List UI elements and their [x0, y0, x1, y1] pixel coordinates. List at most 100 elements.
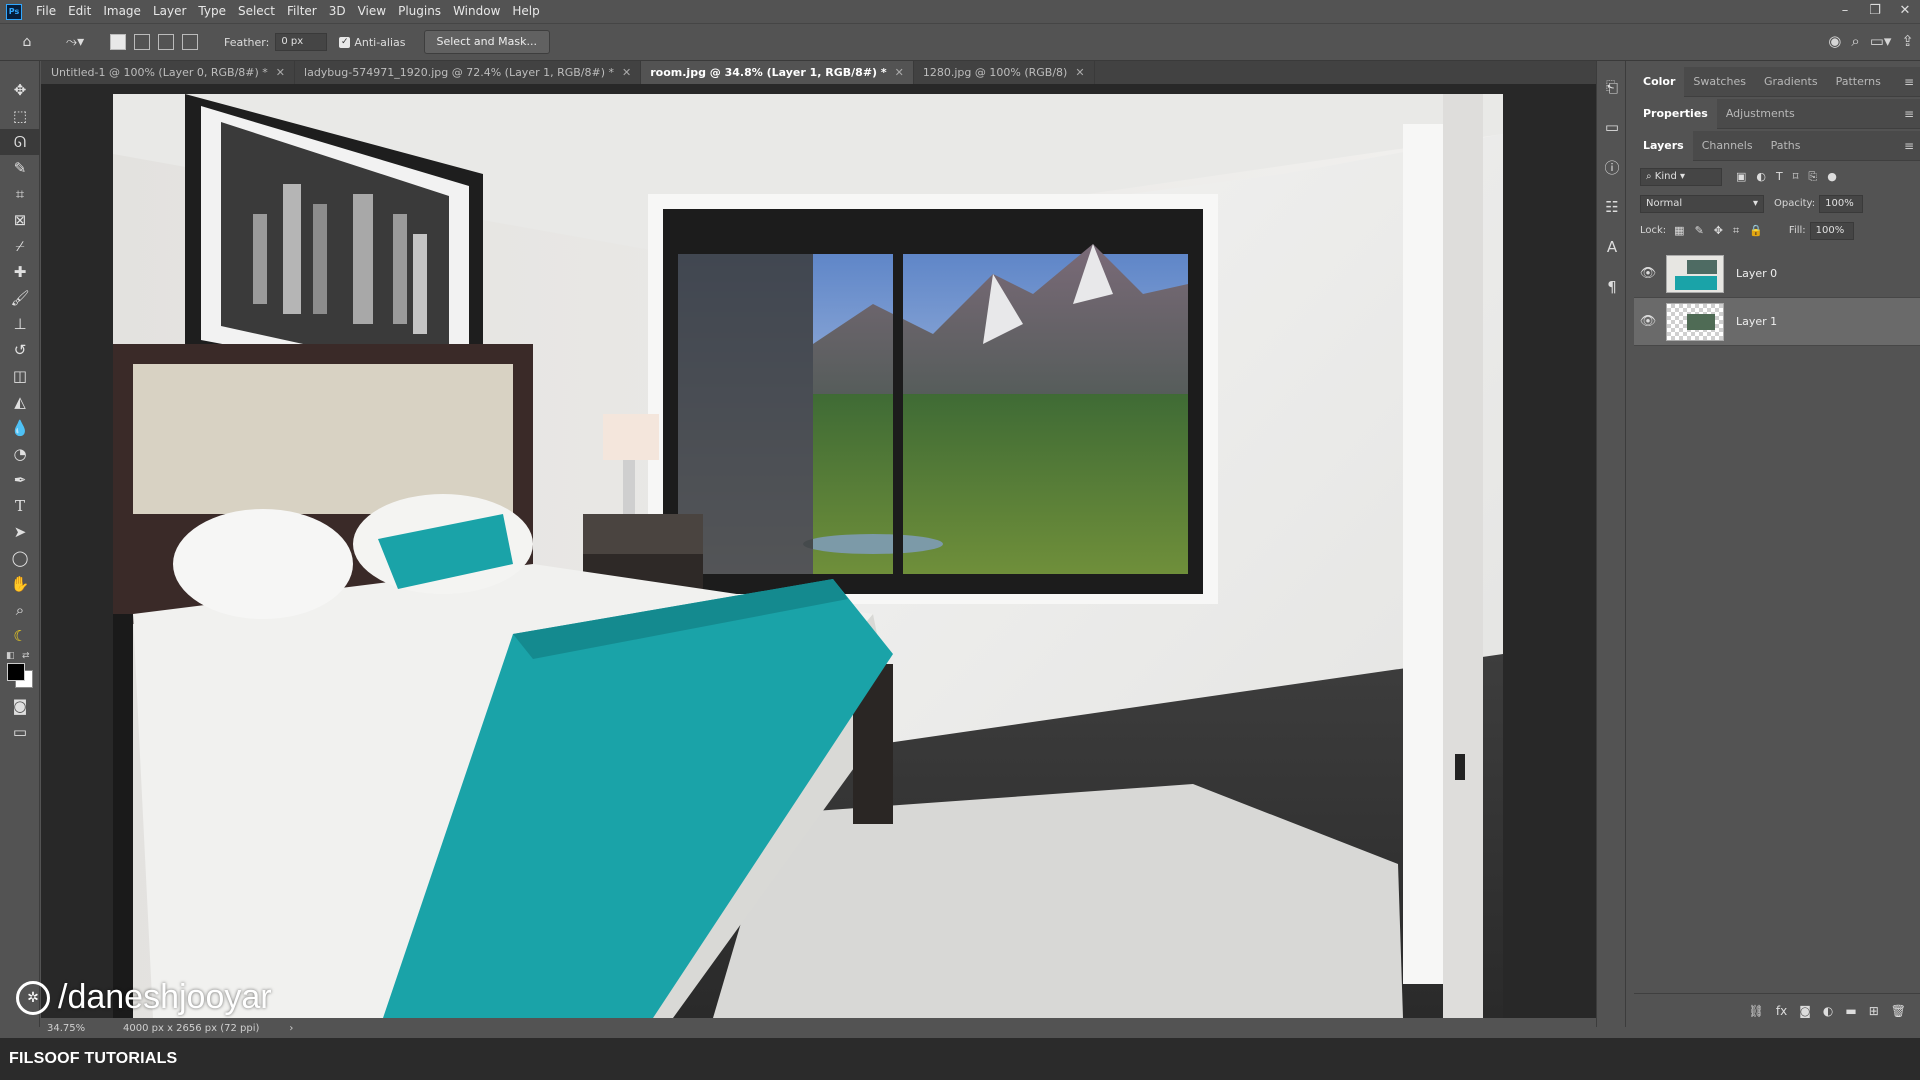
tab-ladybug[interactable]: ladybug-574971_1920.jpg @ 72.4% (Layer 1…	[295, 61, 642, 84]
subtract-selection-icon[interactable]	[158, 34, 174, 50]
restore-icon[interactable]: ❐	[1860, 0, 1890, 23]
close-tab-icon[interactable]: ✕	[622, 61, 631, 84]
new-layer-icon[interactable]: ⊞	[1869, 1004, 1879, 1018]
libraries-icon[interactable]: ☷	[1597, 187, 1627, 227]
lock-artboard-icon[interactable]: ⌗	[1733, 224, 1739, 238]
new-adjustment-icon[interactable]: ◐	[1823, 1004, 1833, 1018]
tab-properties[interactable]: Properties	[1634, 98, 1717, 129]
history-brush-tool-icon[interactable]: ↺	[0, 337, 40, 363]
tab-patterns[interactable]: Patterns	[1827, 67, 1890, 97]
menu-select[interactable]: Select	[232, 0, 281, 23]
healing-brush-tool-icon[interactable]: ✚	[0, 259, 40, 285]
blend-mode-select[interactable]: Normal ▾	[1640, 194, 1764, 213]
paragraph-icon[interactable]: ¶	[1597, 267, 1627, 307]
quick-selection-tool-icon[interactable]: ✎	[0, 155, 40, 181]
new-selection-icon[interactable]	[110, 34, 126, 50]
tab-room[interactable]: room.jpg @ 34.8% (Layer 1, RGB/8#) * ✕	[641, 61, 914, 84]
menu-edit[interactable]: Edit	[62, 0, 97, 23]
panel-menu-icon[interactable]: ≡	[1904, 139, 1914, 153]
workspace-icon[interactable]: ▭▾	[1870, 32, 1892, 50]
move-tool-icon[interactable]: ✥	[0, 77, 40, 103]
filter-toggle-icon[interactable]: ●	[1827, 170, 1837, 184]
blur-tool-icon[interactable]: 💧	[0, 415, 40, 441]
layer-row-1[interactable]: 👁 Layer 1	[1634, 298, 1920, 346]
info-icon[interactable]: ⓘ	[1597, 147, 1627, 187]
menu-view[interactable]: View	[352, 0, 392, 23]
fill-input[interactable]: 100%	[1809, 221, 1854, 240]
brush-tool-icon[interactable]: 🖌	[0, 285, 40, 311]
close-tab-icon[interactable]: ✕	[1075, 61, 1084, 84]
marquee-tool-icon[interactable]: ⬚	[0, 103, 40, 129]
eyedropper-tool-icon[interactable]: ⌿	[0, 233, 40, 259]
select-and-mask-button[interactable]: Select and Mask...	[423, 30, 550, 54]
layer-name[interactable]: Layer 1	[1736, 315, 1777, 328]
home-icon[interactable]: ⌂	[16, 31, 38, 53]
panel-menu-icon[interactable]: ≡	[1904, 107, 1914, 121]
smart-object-filter-icon[interactable]: ⎘	[1808, 170, 1817, 184]
status-menu-arrow[interactable]: ›	[289, 1023, 293, 1034]
tab-paths[interactable]: Paths	[1762, 131, 1810, 161]
add-mask-icon[interactable]: ◙	[1799, 1004, 1811, 1018]
banana-icon[interactable]: ☾	[0, 623, 40, 649]
menu-window[interactable]: Window	[447, 0, 506, 23]
opacity-input[interactable]: 100%	[1819, 194, 1864, 213]
close-tab-icon[interactable]: ✕	[895, 61, 904, 84]
close-icon[interactable]: ✕	[1890, 0, 1920, 23]
menu-image[interactable]: Image	[97, 0, 147, 23]
menu-3d[interactable]: 3D	[323, 0, 352, 23]
paint-bucket-tool-icon[interactable]: ◭	[0, 389, 40, 415]
tab-layers[interactable]: Layers	[1634, 130, 1693, 161]
clone-stamp-tool-icon[interactable]: ⊥	[0, 311, 40, 337]
ellipse-tool-icon[interactable]: ◯	[0, 545, 40, 571]
layer-name[interactable]: Layer 0	[1736, 267, 1777, 280]
delete-layer-icon[interactable]: 🗑	[1891, 1004, 1906, 1018]
character-icon[interactable]: A	[1597, 227, 1627, 267]
intersect-selection-icon[interactable]	[182, 34, 198, 50]
lock-transparent-icon[interactable]: ▦	[1674, 224, 1684, 238]
comments-icon[interactable]: ▭	[1597, 107, 1627, 147]
feather-input[interactable]: 0 px	[275, 33, 328, 51]
antialias-checkbox[interactable]: ✓	[339, 36, 351, 48]
share-icon[interactable]: ⇪	[1901, 32, 1914, 50]
layer-row-0[interactable]: 👁 Layer 0	[1634, 250, 1920, 298]
dodge-tool-icon[interactable]: ◔	[0, 441, 40, 467]
screen-mode-icon[interactable]: ▭	[0, 719, 40, 745]
path-selection-tool-icon[interactable]: ➤	[0, 519, 40, 545]
document-canvas[interactable]	[113, 94, 1503, 1018]
visibility-eye-icon[interactable]: 👁	[1634, 266, 1662, 281]
close-tab-icon[interactable]: ✕	[276, 61, 285, 84]
frame-tool-icon[interactable]: ⊠	[0, 207, 40, 233]
quick-mask-icon[interactable]: ◙	[0, 693, 40, 719]
tool-preset-icon[interactable]: ⤳▾	[60, 31, 90, 53]
menu-help[interactable]: Help	[506, 0, 545, 23]
lock-all-icon[interactable]: 🔒	[1749, 224, 1763, 238]
add-selection-icon[interactable]	[134, 34, 150, 50]
kind-filter-select[interactable]: ⌕ Kind ▾	[1640, 167, 1722, 186]
search-icon[interactable]: ⌕	[1851, 32, 1859, 50]
pen-tool-icon[interactable]: ✒	[0, 467, 40, 493]
minimize-icon[interactable]: –	[1830, 0, 1860, 23]
link-layers-icon[interactable]: ⛓	[1749, 1004, 1764, 1018]
type-filter-icon[interactable]: T	[1776, 170, 1783, 184]
shape-filter-icon[interactable]: ⌑	[1793, 170, 1799, 184]
zoom-tool-icon[interactable]: ⌕	[0, 597, 40, 623]
tab-gradients[interactable]: Gradients	[1755, 67, 1827, 97]
pixel-filter-icon[interactable]: ▣	[1736, 170, 1746, 184]
color-swatches[interactable]: ◧ ⇄	[0, 649, 39, 693]
new-group-icon[interactable]: ▬	[1845, 1004, 1856, 1018]
menu-file[interactable]: File	[30, 0, 62, 23]
default-colors-icon[interactable]: ◧	[6, 651, 15, 661]
menu-type[interactable]: Type	[192, 0, 232, 23]
tab-swatches[interactable]: Swatches	[1684, 67, 1755, 97]
lock-image-icon[interactable]: ✎	[1695, 224, 1704, 238]
history-icon[interactable]: ⎗	[1597, 67, 1627, 107]
tab-untitled[interactable]: Untitled-1 @ 100% (Layer 0, RGB/8#) * ✕	[41, 61, 296, 84]
cloud-docs-icon[interactable]: ◉	[1828, 32, 1841, 50]
tab-color[interactable]: Color	[1634, 66, 1685, 97]
eraser-tool-icon[interactable]: ◫	[0, 363, 40, 389]
crop-tool-icon[interactable]: ⌗	[0, 181, 40, 207]
menu-layer[interactable]: Layer	[147, 0, 192, 23]
foreground-color-swatch[interactable]	[7, 663, 25, 681]
zoom-level[interactable]: 34.75%	[47, 1023, 97, 1034]
lock-position-icon[interactable]: ✥	[1714, 224, 1723, 238]
